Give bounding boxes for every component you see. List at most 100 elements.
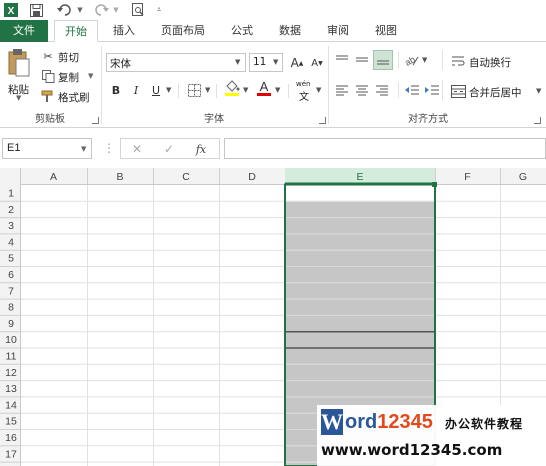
borders-dropdown-icon[interactable]: ▼ (205, 86, 210, 94)
merge-center-icon (450, 83, 466, 99)
fill-color-dropdown-icon[interactable]: ▼ (243, 86, 248, 94)
paste-dropdown-icon[interactable]: ▼ (16, 94, 21, 102)
align-center-button[interactable] (354, 82, 370, 98)
row-header-2[interactable]: 2 (8, 204, 14, 216)
save-icon[interactable] (28, 2, 44, 18)
tab-home[interactable]: 开始 (54, 20, 98, 42)
tab-page-layout[interactable]: 页面布局 (152, 20, 214, 42)
column-header-f[interactable]: F (464, 171, 470, 183)
svg-text:ab: ab (404, 54, 417, 67)
cut-button[interactable]: ✂ 剪切 (40, 48, 90, 65)
grow-font-button[interactable]: A ▲ (289, 55, 305, 71)
group-label-alignment: 对齐方式 (408, 114, 448, 125)
row-header-7[interactable]: 7 (8, 285, 14, 297)
copy-dropdown-icon[interactable]: ▼ (88, 72, 93, 80)
undo-icon[interactable] (56, 2, 74, 18)
name-box[interactable]: E1 ▼ (2, 138, 92, 159)
merge-dropdown-icon[interactable]: ▼ (536, 87, 541, 95)
undo-dropdown-icon[interactable]: ▼ (76, 2, 84, 18)
align-right-button[interactable] (374, 82, 390, 98)
underline-dropdown-icon[interactable]: ▼ (166, 86, 171, 94)
formula-bar-grip-icon: ⋮ (103, 141, 115, 155)
redo-icon[interactable] (92, 2, 110, 18)
column-header-e[interactable]: E (356, 171, 363, 183)
column-header-d[interactable]: D (248, 171, 256, 183)
column-header-b[interactable]: B (116, 171, 123, 183)
row-header-10[interactable]: 10 (5, 334, 17, 346)
borders-button[interactable] (186, 82, 202, 98)
copy-icon (40, 68, 56, 84)
align-bottom-button[interactable] (373, 50, 393, 70)
insert-function-button[interactable]: fx (193, 141, 209, 157)
align-left-button[interactable] (334, 82, 350, 98)
phonetic-dropdown-icon[interactable]: ▼ (316, 86, 321, 94)
bold-button[interactable]: B (108, 82, 124, 98)
italic-button[interactable]: I (128, 82, 144, 98)
decrease-indent-button[interactable] (404, 82, 420, 98)
row-headers: 1234567891011121314151617 (0, 168, 21, 466)
font-name-select[interactable]: 宋体 ▼ (106, 53, 246, 72)
font-color-dropdown-icon[interactable]: ▼ (275, 86, 280, 94)
tab-formulas[interactable]: 公式 (222, 20, 262, 42)
phonetic-label: wén (296, 80, 311, 88)
scissors-icon: ✂ (43, 49, 53, 63)
cancel-icon[interactable]: ✕ (129, 141, 145, 157)
font-name-value: 宋体 (110, 58, 131, 70)
shrink-font-button[interactable]: A ▼ (309, 55, 325, 71)
tab-data[interactable]: 数据 (270, 20, 310, 42)
tab-file[interactable]: 文件 (0, 20, 48, 42)
paste-button[interactable]: 粘贴 ▼ (4, 48, 34, 102)
row-header-6[interactable]: 6 (8, 269, 14, 281)
tab-review[interactable]: 审阅 (318, 20, 358, 42)
customize-quick-access-icon[interactable]: ⩡ (154, 2, 164, 18)
enter-icon[interactable]: ✓ (161, 141, 177, 157)
row-header-5[interactable]: 5 (8, 253, 14, 265)
alignment-launcher-icon[interactable] (534, 117, 541, 124)
underline-button[interactable]: U (148, 82, 164, 98)
orientation-dropdown-icon[interactable]: ▼ (422, 56, 427, 64)
row-header-9[interactable]: 9 (8, 318, 14, 330)
row-header-17[interactable]: 17 (5, 448, 17, 460)
row-header-8[interactable]: 8 (8, 302, 14, 314)
fill-color-button[interactable] (224, 80, 240, 96)
row-header-13[interactable]: 13 (5, 383, 17, 395)
align-top-button[interactable] (334, 52, 350, 68)
fill-handle[interactable] (432, 182, 437, 187)
active-cell-e1[interactable] (285, 184, 435, 203)
row-header-12[interactable]: 12 (5, 367, 17, 379)
row-header-4[interactable]: 4 (8, 236, 14, 248)
increase-indent-button[interactable] (424, 82, 440, 98)
tab-view[interactable]: 视图 (366, 20, 406, 42)
align-bottom-icon (377, 60, 389, 65)
copy-button[interactable]: 复制 ▼ (40, 68, 98, 84)
row-header-14[interactable]: 14 (5, 399, 17, 411)
row-header-16[interactable]: 16 (5, 432, 17, 444)
phonetic-guide-button[interactable]: wén 文 (296, 80, 316, 103)
font-launcher-icon[interactable] (319, 117, 326, 124)
grow-font-icon: A (290, 56, 299, 70)
font-size-select[interactable]: 11 ▼ (249, 53, 283, 72)
orientation-button[interactable]: ab (404, 52, 420, 68)
tab-insert[interactable]: 插入 (104, 20, 144, 42)
row-header-15[interactable]: 15 (5, 416, 17, 428)
column-header-g[interactable]: G (519, 171, 527, 183)
shrink-font-icon: A (311, 57, 319, 69)
font-size-value: 11 (253, 56, 267, 68)
row-header-3[interactable]: 3 (8, 220, 14, 232)
merge-center-button[interactable]: 合并后居中 ▼ (450, 82, 544, 100)
redo-dropdown-icon[interactable]: ▼ (112, 2, 120, 18)
formula-input[interactable] (224, 138, 546, 159)
clipboard-launcher-icon[interactable] (92, 117, 99, 124)
column-header-a[interactable]: A (50, 171, 57, 183)
wrap-text-label: 自动换行 (469, 57, 511, 69)
wrap-text-button[interactable]: 自动换行 (450, 52, 530, 70)
align-middle-button[interactable] (354, 52, 370, 68)
row-header-11[interactable]: 11 (6, 351, 17, 363)
format-painter-button[interactable]: 格式刷 (40, 88, 96, 104)
column-header-c[interactable]: C (182, 171, 190, 183)
row-header-1[interactable]: 1 (8, 188, 14, 200)
print-preview-icon[interactable] (130, 2, 146, 18)
font-color-button[interactable]: A (256, 79, 272, 96)
chevron-down-icon: ▼ (273, 58, 279, 66)
column-headers: A B C D E F G (0, 168, 546, 185)
